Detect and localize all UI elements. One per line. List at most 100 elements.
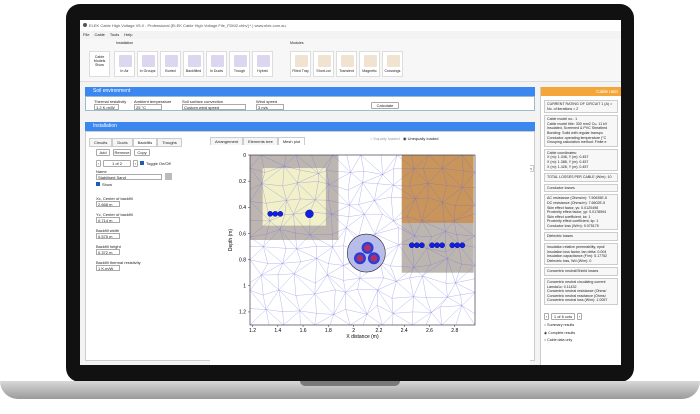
- show-checkbox[interactable]: [96, 182, 100, 186]
- module-magnetic-button[interactable]: Magnetic: [359, 51, 380, 77]
- tab-circuits[interactable]: Circuits: [89, 138, 113, 147]
- title-bar: ELEK Cable High Voltage V5.0 - Professio…: [80, 20, 621, 31]
- wind-speed-input[interactable]: 3 m/s: [256, 104, 284, 110]
- result-line: X (m): 1.428, Y (m): 0.457: [547, 164, 589, 169]
- radio-label: Complete results: [548, 330, 576, 335]
- result-line: Conductor loss (W/m): 9.075175: [547, 223, 599, 228]
- tab-backfills[interactable]: Backfills: [132, 138, 158, 147]
- menu-bar: File Cable Tools Help: [83, 32, 132, 37]
- x-axis-label: X distance (m): [346, 334, 379, 340]
- installation-type-icon: [211, 55, 224, 67]
- x-tick-label: 1.8: [325, 328, 332, 334]
- field-input[interactable]: 0.575 m: [96, 233, 120, 239]
- next-circuit-button[interactable]: ›: [577, 313, 582, 320]
- ribbon-modules-label: Modules: [290, 41, 304, 45]
- tab-ducts[interactable]: Ducts: [112, 138, 133, 147]
- cable: [305, 209, 314, 219]
- installation-trough-button[interactable]: Trough: [229, 51, 250, 77]
- soil-environment-panel: Thermal resistivity 1.2 K.m/W Ambient te…: [85, 96, 535, 111]
- add-button[interactable]: Add: [96, 149, 110, 156]
- toggle-checkbox[interactable]: [140, 161, 144, 165]
- laptop-notch: [300, 381, 400, 386]
- installation-in-air-button[interactable]: In Air: [114, 51, 135, 77]
- button-label: Crossings: [384, 69, 401, 73]
- module-icon: [318, 55, 331, 67]
- x-tick-label: 1.6: [300, 328, 307, 334]
- button-label: In Groups: [139, 69, 156, 73]
- y-tick-label: 0.6: [239, 231, 246, 237]
- installation-in-ducts-button[interactable]: In Ducts: [206, 51, 227, 77]
- button-label: Trough: [233, 69, 246, 73]
- button-label: Hybrid: [257, 69, 268, 73]
- button-label: Buried: [165, 69, 176, 73]
- remove-button[interactable]: Remove: [113, 149, 131, 156]
- unequally-loaded-radio[interactable]: ◉ Unequally loaded: [403, 136, 439, 141]
- x-tick-label: 2.8: [451, 328, 458, 334]
- calculate-button[interactable]: Calculate: [371, 102, 399, 109]
- results-option-radio[interactable]: ○ Cable data only: [544, 338, 618, 343]
- backfill-name-input[interactable]: Stabilised Sand: [96, 174, 162, 180]
- results-option-radio[interactable]: ◉ Complete results: [544, 331, 618, 336]
- cable: [414, 242, 420, 249]
- installation-type-icon: [119, 55, 132, 67]
- toggle-label: Toggle On/Off: [146, 161, 171, 166]
- installation-type-icon: [142, 55, 155, 67]
- field-input[interactable]: 0.372 m: [96, 249, 120, 255]
- module-short-cct-button[interactable]: Short-cct: [313, 51, 334, 77]
- ribbon: Installation Modules Cable Models Show I…: [80, 39, 621, 82]
- result-line: Concentric neutral loss (W/m): 1.0057: [547, 298, 608, 303]
- menu-cable[interactable]: Cable: [94, 32, 104, 37]
- backfill-color-swatch[interactable]: [165, 173, 172, 180]
- field-input[interactable]: 0.714 m: [96, 217, 120, 223]
- x-tick-label: 1.2: [249, 328, 256, 334]
- menu-file[interactable]: File: [83, 32, 89, 37]
- installation-in-groups-button[interactable]: In Groups: [137, 51, 158, 77]
- prev-circuit-button[interactable]: ‹: [544, 313, 549, 320]
- cable: [408, 242, 415, 249]
- soil-surface-convection-select[interactable]: Custom wind speed: [182, 104, 246, 110]
- module-transient-button[interactable]: Transient: [336, 51, 357, 77]
- button-label: Cable Models Show: [93, 55, 106, 67]
- prev-backfill-button[interactable]: ‹: [96, 160, 101, 167]
- cable-models-show-button[interactable]: Cable Models Show: [89, 51, 110, 77]
- result-line: CURRENT RATING OF CIRCUIT 1 (A) =: [547, 102, 613, 106]
- equally-loaded-radio[interactable]: ○ Equally loaded: [370, 136, 400, 141]
- thermal-resistivity-input[interactable]: 1.2 K.m/W: [94, 104, 119, 110]
- results-section-title: TOTAL LOSSES PER CABLE (W/m): 10: [544, 173, 618, 182]
- results-section-title: Concentric neutral/Shield losses: [544, 267, 618, 277]
- ambient-temperature-input[interactable]: 25 °C: [134, 104, 162, 110]
- results-section: Insulation relative permeability, epsil I…: [544, 243, 618, 266]
- result-line: Concentric neutral circulating current: [547, 280, 606, 285]
- results-option-radio[interactable]: ○ Summary results: [544, 323, 618, 328]
- radio-label: Summary results: [547, 323, 575, 327]
- menu-help[interactable]: Help: [124, 32, 132, 37]
- field-input[interactable]: 2.668 m: [96, 201, 120, 207]
- y-tick-label: 1.2: [239, 310, 246, 316]
- x-tick-label: 2.4: [401, 328, 408, 334]
- result-line: No. of iterations = 2: [547, 106, 579, 111]
- result-line: Dielectric loss, Wd (W/m): 0: [547, 258, 592, 263]
- installation-buried-button[interactable]: Buried: [160, 51, 181, 77]
- button-label: Transient: [339, 69, 354, 73]
- installation-backfilled-button[interactable]: Backfilled: [183, 51, 204, 77]
- installation-hybrid-button[interactable]: Hybrid: [252, 51, 273, 77]
- module-icon: [341, 55, 354, 67]
- y-tick-label: 0.2: [239, 179, 246, 185]
- next-backfill-button[interactable]: ›: [133, 160, 138, 167]
- results-section: Cable coordinates: X (m): 1.348, Y (m): 0…: [544, 148, 618, 172]
- results-section: Concentric neutral circulating current La…: [544, 278, 618, 305]
- module-filled-tray-button[interactable]: Filled Tray: [290, 51, 311, 77]
- y-axis-label: Depth (m): [228, 229, 234, 252]
- module-crossings-button[interactable]: Crossings: [382, 51, 403, 77]
- tab-troughs[interactable]: Troughs: [157, 138, 182, 147]
- field-input[interactable]: 1 K.m/W: [96, 265, 120, 271]
- cable: [449, 242, 456, 249]
- result-line: Proximity effect factor, yp: 0.0178594: [547, 210, 607, 215]
- ribbon-installation-label: Installation: [116, 41, 134, 45]
- menu-tools[interactable]: Tools: [110, 32, 119, 37]
- conductor: [370, 254, 378, 262]
- copy-button[interactable]: Copy: [134, 149, 150, 156]
- installation-type-icon: [165, 55, 178, 67]
- result-line: Grouping calculation method: Finite e: [547, 140, 607, 145]
- installation-type-icon: [257, 55, 270, 67]
